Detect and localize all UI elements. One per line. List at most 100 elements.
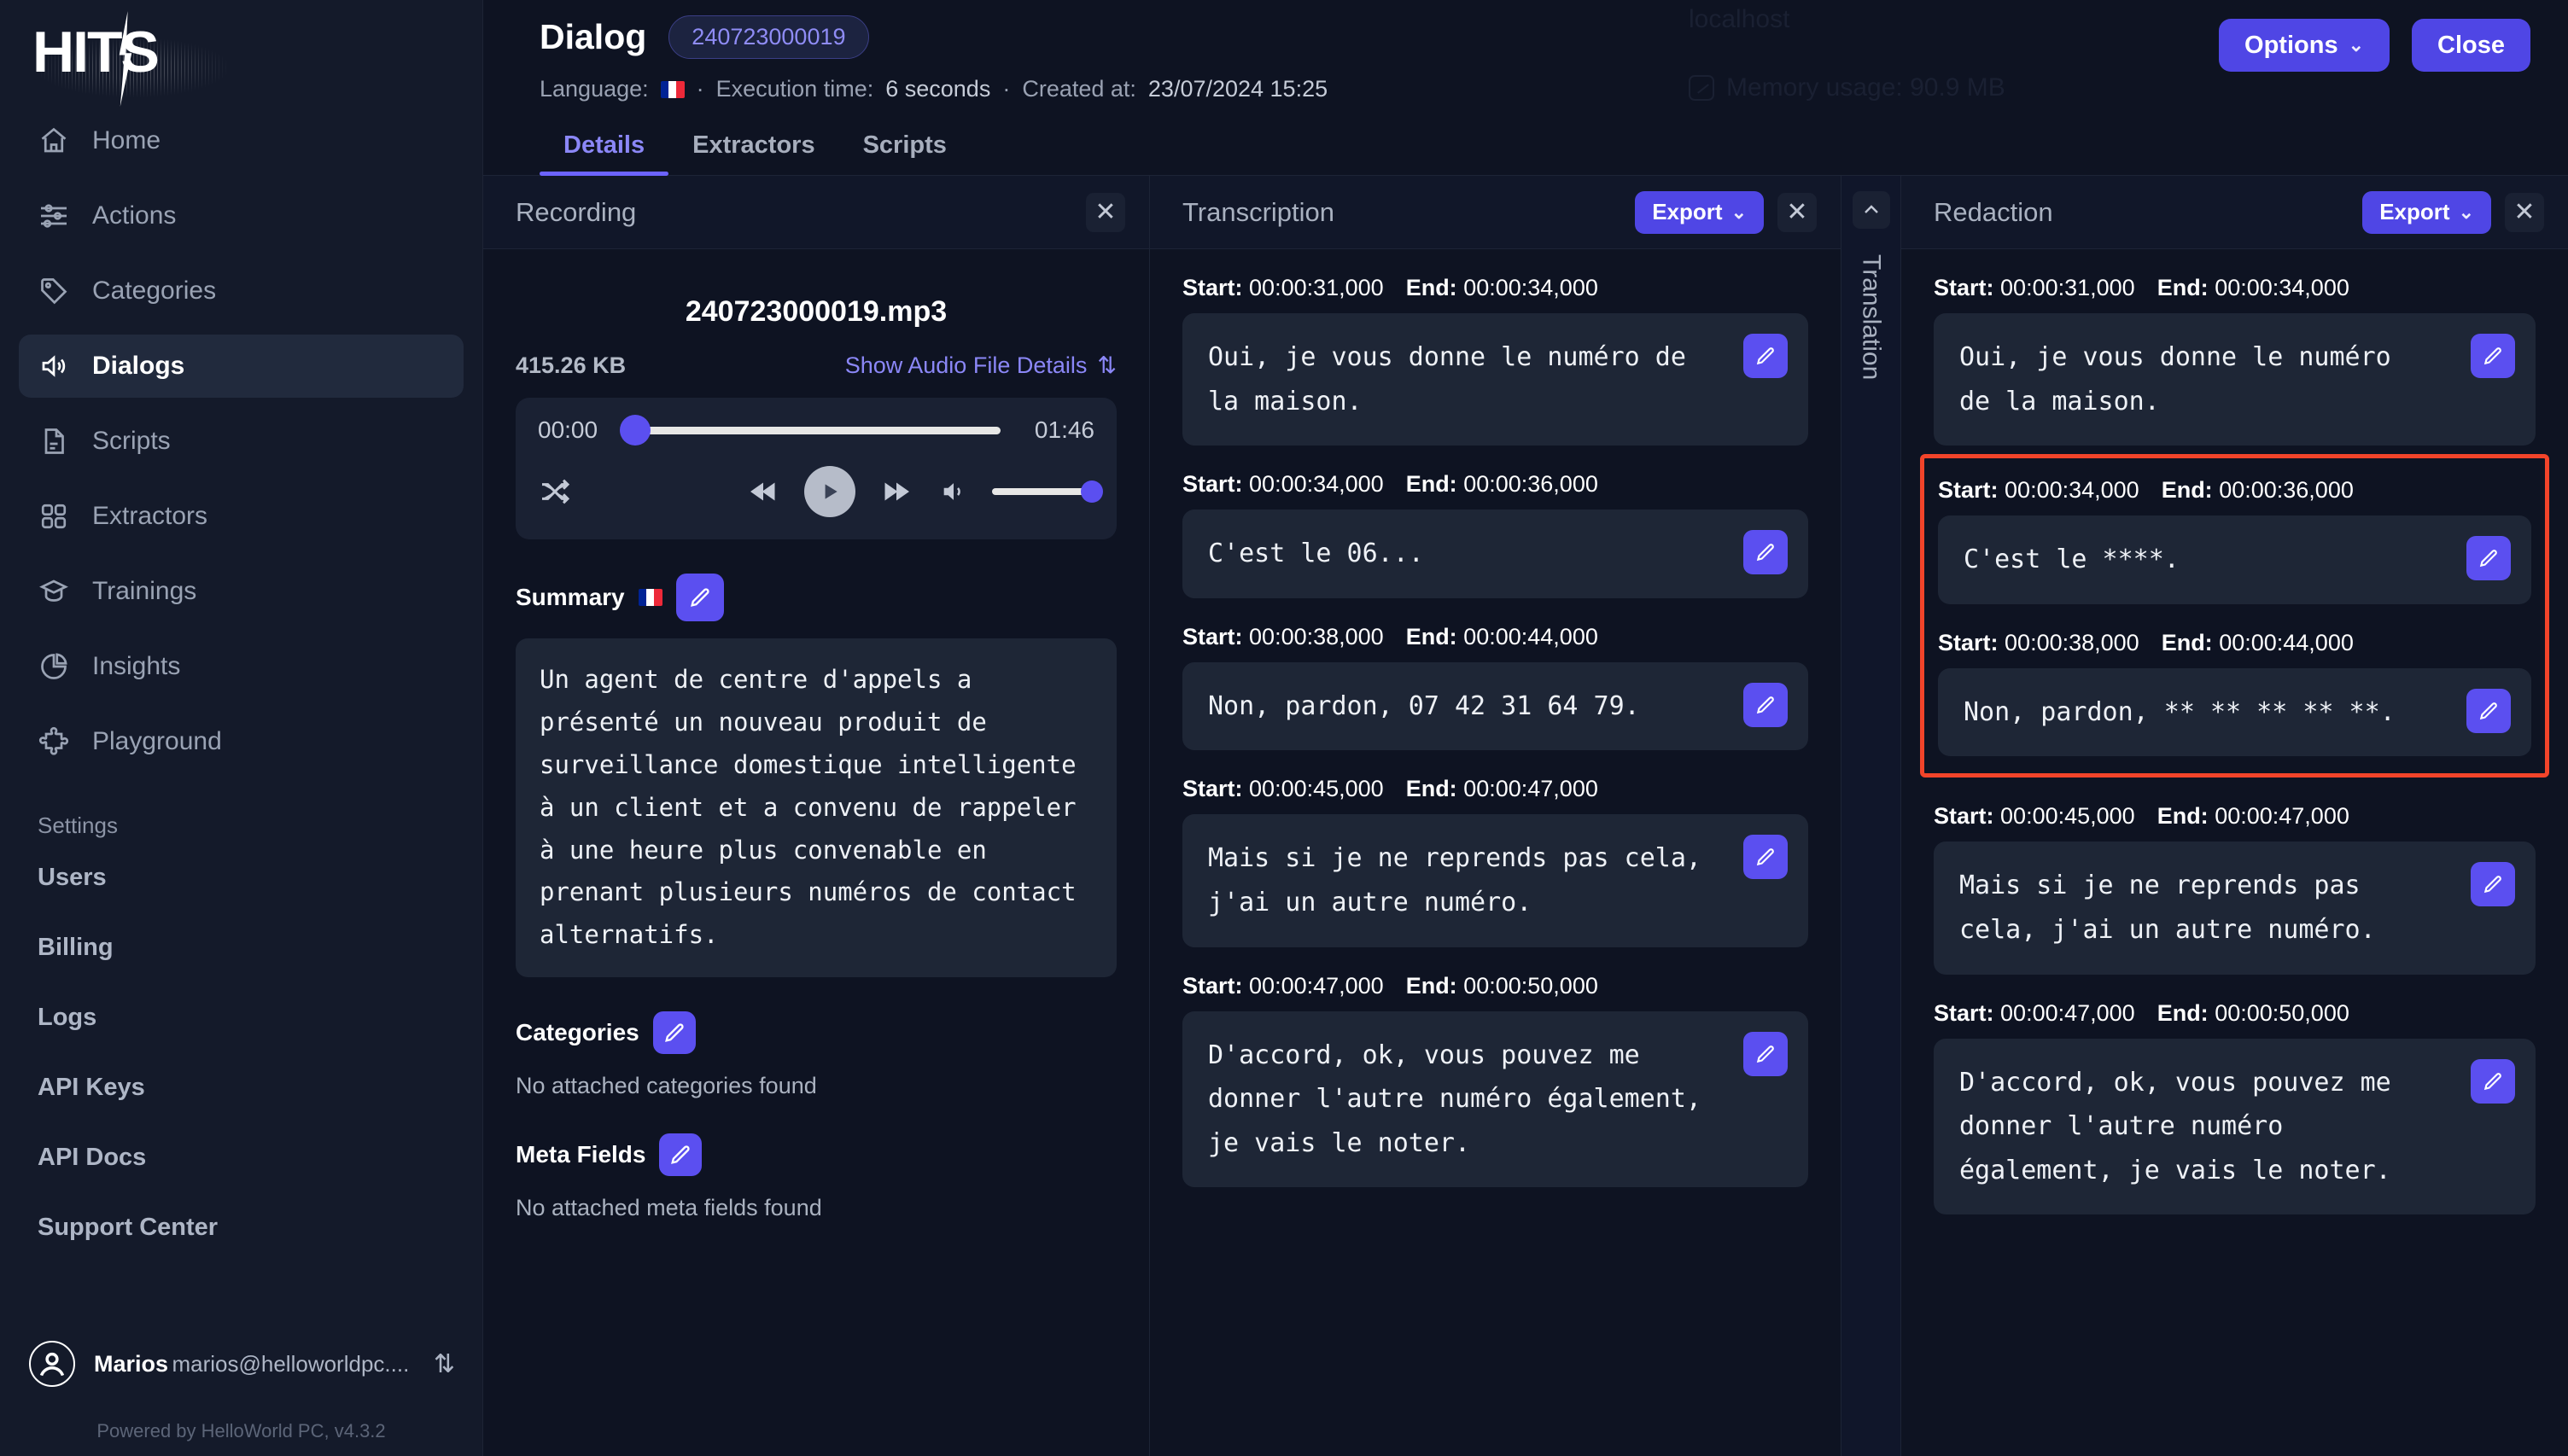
edit-segment-button[interactable] (2466, 536, 2511, 581)
recording-panel-body: 240723000019.mp3 415.26 KB Show Audio Fi… (483, 249, 1149, 1456)
sidebar-item-dialogs[interactable]: Dialogs (19, 335, 464, 398)
pencil-icon (2483, 876, 2501, 894)
sidebar-item-label: Insights (92, 652, 181, 680)
export-label: Export (1652, 199, 1723, 224)
edit-segment-button[interactable] (2471, 862, 2515, 907)
play-button[interactable] (804, 466, 855, 517)
edit-segment-button[interactable] (1743, 835, 1788, 880)
transcription-list[interactable]: Start: 00:00:31,000 End: 00:00:34,000 Oui,… (1150, 249, 1841, 1456)
volume-knob[interactable] (1081, 480, 1103, 503)
segment-text: D'accord, ok, vous pouvez me donner l'au… (1208, 1040, 1718, 1158)
show-audio-file-details-link[interactable]: Show Audio File Details ⇅ (845, 352, 1117, 379)
tab-extractors[interactable]: Extractors (668, 131, 838, 175)
segment-text: C'est le 06... (1208, 539, 1424, 569)
close-recording-panel-icon[interactable]: ✕ (1086, 192, 1125, 232)
sidebar-item-label: Actions (92, 201, 177, 230)
user-account-switcher[interactable]: Marios marios@helloworldpc.... ⇅ (0, 1313, 482, 1415)
edit-segment-button[interactable] (1743, 334, 1788, 378)
sidebar-item-api-keys[interactable]: API Keys (0, 1052, 482, 1122)
edit-summary-button[interactable] (675, 574, 724, 621)
sidebar-item-users[interactable]: Users (0, 842, 482, 912)
lightning-bolt-icon (119, 11, 132, 107)
segment-start: Start: 00:00:31,000 (1934, 275, 2135, 300)
edit-segment-button[interactable] (2466, 688, 2511, 733)
segment-timestamps: Start: 00:00:38,000 End: 00:00:44,000 (1182, 624, 1808, 650)
edit-segment-button[interactable] (1743, 682, 1788, 727)
sidebar-item-label: Home (92, 126, 161, 154)
rewind-icon[interactable] (744, 476, 782, 507)
sidebar-item-insights[interactable]: Insights (19, 635, 464, 698)
segment-row: Mais si je ne reprends pas cela, j'ai un… (1182, 814, 1808, 947)
chevron-updown-icon: ⇅ (433, 1349, 455, 1378)
segment-row: Oui, je vous donne le numéro de la maiso… (1182, 313, 1808, 446)
segment-row: Oui, je vous donne le numéro de la maiso… (1934, 313, 2536, 446)
edit-segment-button[interactable] (2471, 334, 2515, 378)
edit-segment-button[interactable] (1743, 530, 1788, 575)
sidebar-item-categories[interactable]: Categories (19, 259, 464, 323)
sidebar-item-home[interactable]: Home (19, 109, 464, 172)
chevron-down-icon: ⌄ (1730, 201, 1747, 223)
meta-separator: · (696, 76, 704, 102)
tab-scripts[interactable]: Scripts (839, 131, 971, 175)
transcription-export-button[interactable]: Export ⌄ (1635, 190, 1764, 234)
segment-timestamps: Start: 00:00:38,000 End: 00:00:44,000 (1938, 630, 2531, 656)
volume-icon[interactable] (937, 477, 970, 506)
segment-timestamps: Start: 00:00:34,000 End: 00:00:36,000 (1938, 477, 2531, 504)
tab-details[interactable]: Details (540, 131, 669, 176)
fast-forward-icon[interactable] (878, 476, 915, 507)
translation-label: Translation (1857, 254, 1886, 381)
sidebar-item-trainings[interactable]: Trainings (19, 560, 464, 623)
pencil-icon (1756, 347, 1774, 365)
created-at-label: Created at: (1022, 76, 1136, 102)
edit-meta-fields-button[interactable] (659, 1133, 703, 1177)
brand-logo[interactable]: HITS (0, 0, 482, 109)
redaction-panel-body: Start: 00:00:31,000 End: 00:00:34,000 Oui,… (1901, 249, 2568, 1456)
segment-row: C'est le 06... (1182, 510, 1808, 598)
sidebar-item-scripts[interactable]: Scripts (19, 410, 464, 473)
sidebar-item-logs[interactable]: Logs (0, 982, 482, 1052)
audio-progress-slider[interactable] (620, 415, 1001, 446)
summary-text: Un agent de centre d'appels a présenté u… (516, 638, 1117, 978)
sidebar-item-extractors[interactable]: Extractors (19, 485, 464, 548)
volume-slider[interactable] (992, 480, 1103, 503)
meta-row: Language: · Execution time: 6 seconds · … (540, 76, 2568, 102)
sidebar-item-playground[interactable]: Playground (19, 710, 464, 773)
edit-categories-button[interactable] (652, 1011, 696, 1055)
segment-text: Oui, je vous donne le numéro de la maiso… (1208, 342, 1701, 416)
segment-start: Start: 00:00:34,000 (1182, 471, 1384, 498)
segment-timestamps: Start: 00:00:34,000 End: 00:00:36,000 (1182, 471, 1808, 498)
sidebar-item-actions[interactable]: Actions (19, 184, 464, 248)
home-icon (38, 125, 70, 157)
audio-progress-knob[interactable] (620, 415, 651, 446)
redaction-export-button[interactable]: Export ⌄ (2362, 190, 2491, 234)
sidebar-item-billing[interactable]: Billing (0, 912, 482, 982)
segment-timestamps: Start: 00:00:31,000 End: 00:00:34,000 (1934, 275, 2536, 301)
edit-segment-button[interactable] (1743, 1031, 1788, 1076)
translation-collapsed-panel[interactable]: Translation (1841, 176, 1900, 1456)
audio-controls-row (538, 466, 1103, 517)
chevron-up-icon (1864, 205, 1878, 213)
graduation-cap-icon (38, 575, 70, 608)
options-button[interactable]: Options ⌄ (2219, 19, 2390, 72)
pencil-icon (664, 1023, 684, 1043)
page-title: Dialog (540, 17, 647, 56)
expand-translation-button[interactable] (1852, 191, 1890, 229)
created-at-value: 23/07/2024 15:25 (1147, 76, 1328, 102)
shuffle-icon[interactable] (538, 475, 572, 509)
dialog-id-badge[interactable]: 240723000019 (668, 15, 869, 59)
segment-timestamps: Start: 00:00:31,000 End: 00:00:34,000 (1182, 275, 1808, 301)
recording-panel: Recording ✕ 240723000019.mp3 415.26 KB S… (483, 176, 1149, 1456)
pencil-icon (690, 588, 709, 607)
segment-timestamps: Start: 00:00:45,000 End: 00:00:47,000 (1182, 776, 1808, 802)
close-redaction-panel-icon[interactable]: ✕ (2505, 192, 2544, 232)
sidebar-item-support-center[interactable]: Support Center (0, 1192, 482, 1262)
redaction-highlight-box: Start: 00:00:34,000 End: 00:00:36,000 C'es… (1920, 454, 2549, 778)
categories-section-header: Categories (516, 1011, 1117, 1055)
edit-segment-button[interactable] (2471, 1058, 2515, 1104)
meta-fields-section-header: Meta Fields (516, 1133, 1117, 1177)
redaction-list[interactable]: Start: 00:00:31,000 End: 00:00:34,000 Oui,… (1901, 249, 2568, 1456)
close-button[interactable]: Close (2412, 19, 2530, 72)
sidebar-item-api-docs[interactable]: API Docs (0, 1122, 482, 1192)
close-transcription-panel-icon[interactable]: ✕ (1777, 192, 1817, 232)
segment-end: End: 00:00:50,000 (2157, 999, 2349, 1026)
